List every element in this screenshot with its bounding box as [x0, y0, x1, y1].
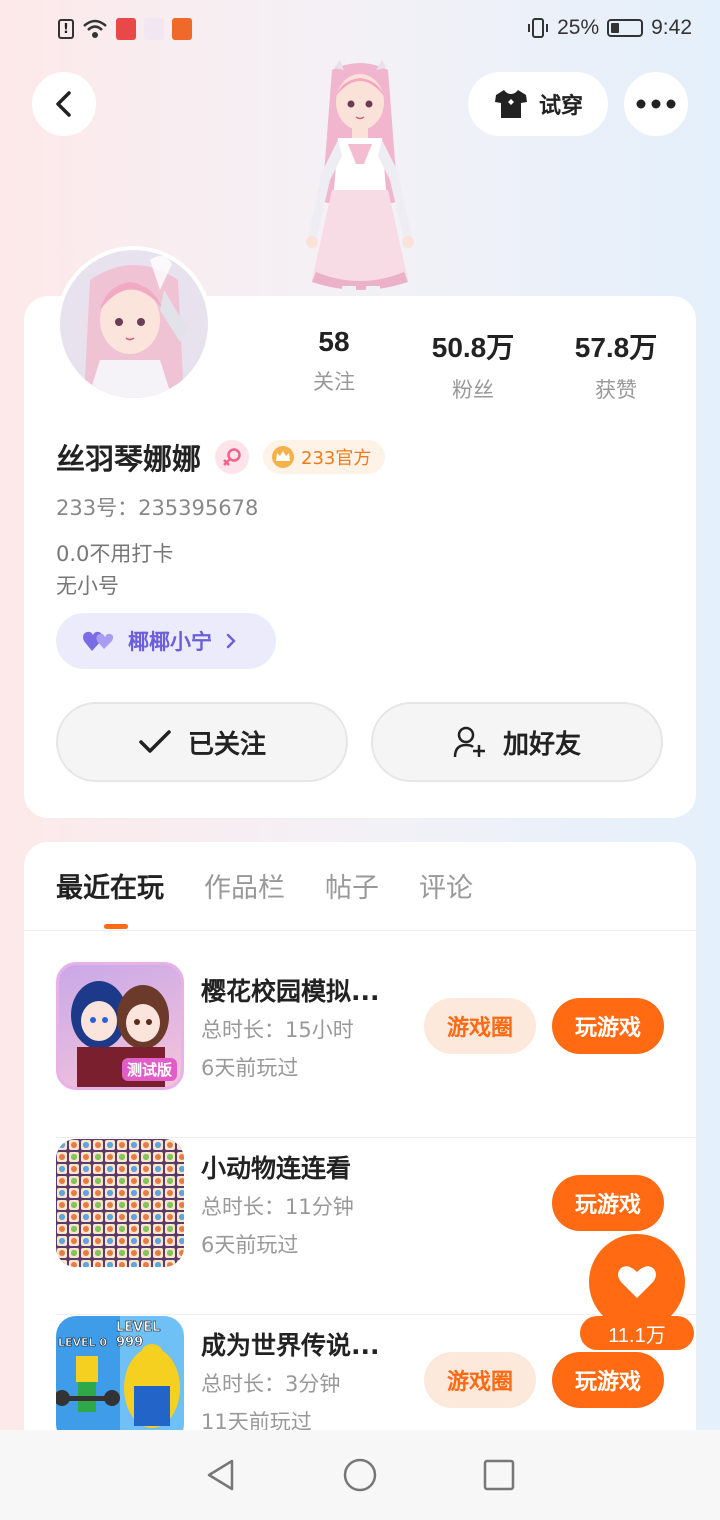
- game-icon[interactable]: LEVEL 0 LEVEL 999: [56, 1316, 184, 1444]
- game-title: 小动物连连看: [201, 1154, 352, 1183]
- play-game-button[interactable]: 玩游戏: [552, 1175, 664, 1231]
- like-count: 11.1万: [580, 1316, 694, 1350]
- tshirt-icon: [494, 90, 527, 118]
- game-last-played: 6天前玩过: [201, 1056, 299, 1080]
- followed-button[interactable]: 已关注: [56, 702, 348, 782]
- game-duration: 总时长：11分钟: [201, 1195, 354, 1219]
- game-circle-button[interactable]: 游戏圈: [424, 1352, 536, 1408]
- alert-icon: !: [58, 19, 74, 39]
- profile-avatar[interactable]: [56, 246, 212, 402]
- game-duration: 总时长：15小时: [201, 1018, 354, 1042]
- app-notification-icon: [144, 18, 164, 40]
- content-card: 最近在玩 作品栏 帖子 评论 测试版 樱花校园模拟... 总时长：15小时 6天…: [24, 842, 696, 1462]
- game-icon[interactable]: 测试版: [56, 962, 184, 1090]
- back-button[interactable]: [32, 72, 96, 136]
- double-heart-icon: [83, 631, 114, 651]
- nav-recents-icon[interactable]: [482, 1458, 516, 1492]
- stat-value: 57.8万: [574, 332, 658, 363]
- stat-label: 关注: [313, 370, 355, 394]
- game-icon-art: [56, 1139, 184, 1267]
- play-game-button[interactable]: 玩游戏: [552, 998, 664, 1054]
- game-title: 樱花校园模拟...: [201, 977, 380, 1006]
- nav-back-icon[interactable]: [204, 1457, 238, 1493]
- chevron-right-icon: [226, 633, 236, 649]
- game-icon[interactable]: [56, 1139, 184, 1267]
- divider: [56, 1314, 696, 1315]
- stat-label: 粉丝: [452, 378, 494, 402]
- game-duration: 总时长：3分钟: [201, 1372, 341, 1396]
- game-last-played: 6天前玩过: [201, 1233, 299, 1257]
- wifi-icon: [83, 19, 107, 38]
- stat-following[interactable]: 58 关注: [298, 326, 370, 396]
- relation-tag[interactable]: 椰椰小宁: [56, 613, 276, 669]
- tab-comments[interactable]: 评论: [419, 866, 473, 905]
- add-friend-label: 加好友: [502, 729, 581, 760]
- official-badge: 233官方: [263, 440, 386, 474]
- back-arrow-icon: [56, 91, 71, 117]
- tab-indicator: [104, 924, 128, 929]
- tab-posts[interactable]: 帖子: [325, 866, 379, 905]
- game-icon-level-right: LEVEL 999: [116, 1320, 161, 1351]
- add-friend-button[interactable]: 加好友: [371, 702, 663, 782]
- stat-label: 获赞: [595, 378, 637, 402]
- stat-likes[interactable]: 57.8万 获赞: [561, 326, 671, 404]
- user-id: 233号：235395678: [56, 496, 259, 520]
- crown-icon: [272, 446, 295, 468]
- vibrate-icon: [528, 18, 549, 38]
- official-badge-label: 233官方: [301, 448, 372, 469]
- bio-line: 0.0不用打卡: [56, 542, 174, 566]
- game-list-item[interactable]: 测试版 樱花校园模拟... 总时长：15小时 6天前玩过 游戏圈 玩游戏: [56, 962, 696, 1138]
- check-icon: [139, 730, 171, 753]
- nav-home-icon[interactable]: [342, 1457, 378, 1493]
- game-circle-button[interactable]: 游戏圈: [424, 998, 536, 1054]
- relation-tag-label: 椰椰小宁: [128, 630, 212, 654]
- battery-icon: [607, 19, 644, 37]
- stat-value: 58: [318, 326, 350, 357]
- avatar-image: [84, 255, 188, 398]
- more-dots-icon: [636, 99, 676, 109]
- bio-line: 无小号: [56, 574, 119, 598]
- stat-value: 50.8万: [431, 332, 515, 363]
- stat-fans[interactable]: 50.8万 粉丝: [418, 326, 528, 404]
- followed-label: 已关注: [187, 729, 266, 760]
- game-title: 成为世界传说...: [201, 1331, 380, 1360]
- system-nav-bar: [0, 1430, 720, 1520]
- app-notification-icon: [116, 18, 136, 40]
- clock: 9:42: [651, 16, 692, 39]
- add-user-icon: [453, 726, 485, 758]
- more-button[interactable]: [624, 72, 688, 136]
- female-icon: [215, 440, 250, 474]
- user-name: 丝羽琴娜娜: [56, 442, 202, 476]
- game-icon-level-left: LEVEL 0: [58, 1336, 108, 1350]
- try-on-button[interactable]: 试穿: [468, 72, 608, 136]
- heart-icon: [618, 1266, 656, 1298]
- status-bar: ! 25% 9:42: [0, 0, 720, 62]
- character-figure: [306, 60, 414, 300]
- game-icon-badge: 测试版: [121, 1058, 177, 1081]
- try-on-label: 试穿: [538, 94, 583, 119]
- tab-bar: 最近在玩 作品栏 帖子 评论: [56, 866, 473, 905]
- name-row: 丝羽琴娜娜 233官方: [56, 436, 386, 478]
- app-notification-icon: [172, 18, 192, 40]
- play-game-button[interactable]: 玩游戏: [552, 1352, 664, 1408]
- divider: [56, 1137, 696, 1138]
- tab-recently-played[interactable]: 最近在玩: [56, 866, 164, 905]
- divider: [24, 930, 696, 931]
- tab-works[interactable]: 作品栏: [204, 866, 285, 905]
- battery-percent: 25%: [557, 16, 600, 39]
